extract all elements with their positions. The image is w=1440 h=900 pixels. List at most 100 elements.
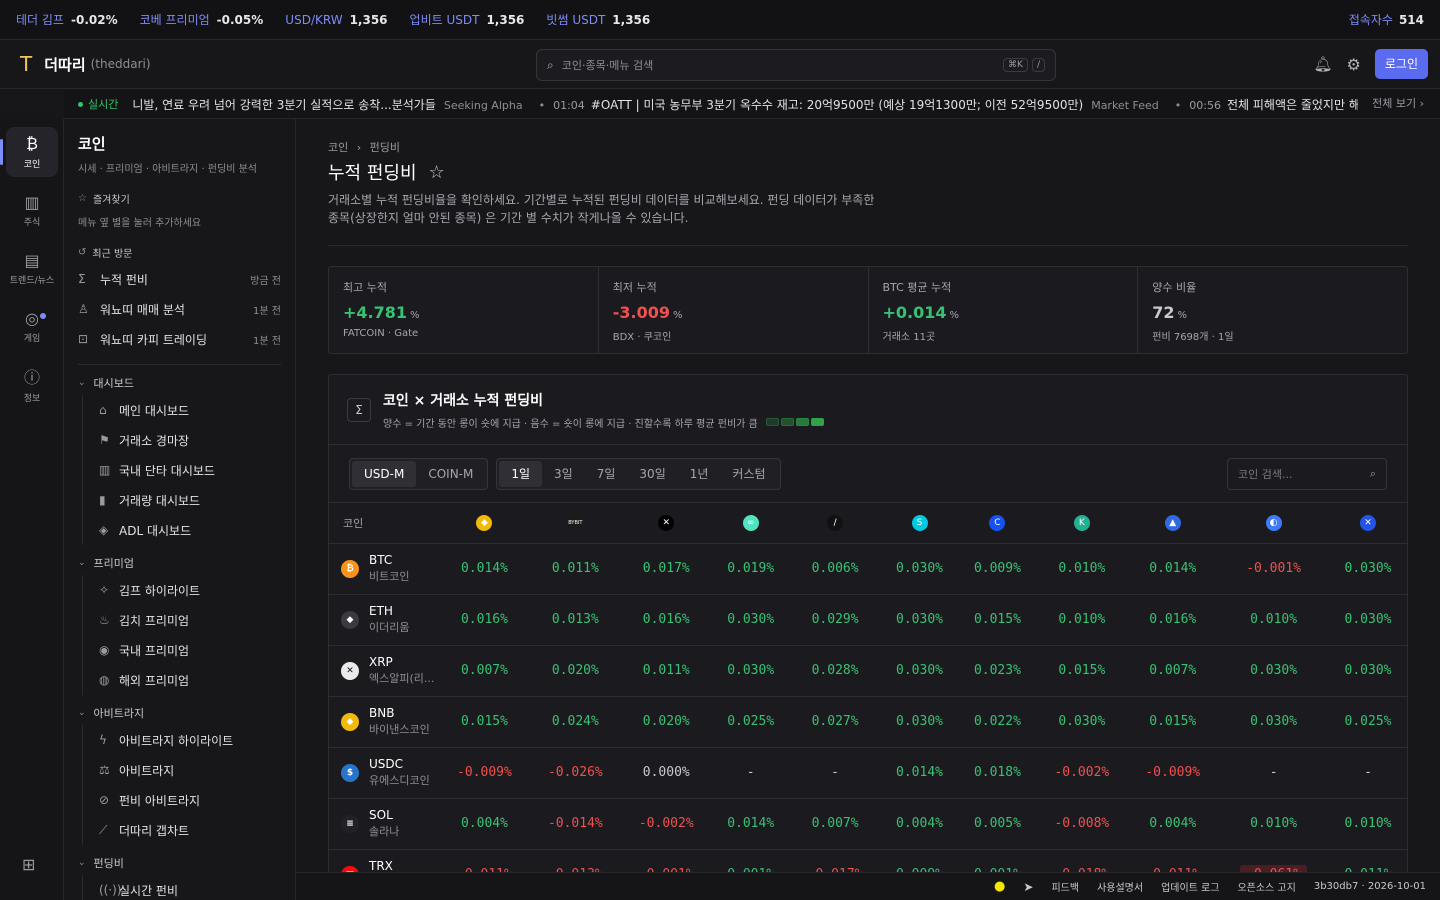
funding-cell: -0.011% (439, 849, 530, 872)
ticker-item: 빗썸 USDT 1,356 (546, 11, 650, 28)
rail-item-3[interactable]: ◎ 게임 (6, 301, 58, 351)
sidebar-nav-item[interactable]: ✧ 김프 하이라이트 (82, 575, 281, 605)
exchange-column-header[interactable]: K (1036, 503, 1128, 544)
recent-item[interactable]: ⊡ 워뇨띠 카피 트레이딩 1분 전 (78, 324, 281, 354)
period-tab[interactable]: 1일 (499, 460, 543, 487)
sidebar-nav-item[interactable]: ◈ ADL 대시보드 (82, 515, 281, 545)
shortcut-slash: / (1031, 58, 1045, 72)
sidebar-nav-item[interactable]: ⚖ 아비트라지 (82, 755, 281, 785)
global-search-input[interactable]: ⌕ 코인·종목·메뉴 검색 ⌘K / (536, 49, 1056, 81)
brand-name[interactable]: 더따리 (44, 54, 85, 75)
sidebar-nav-item[interactable]: ▮ 거래량 대시보드 (82, 485, 281, 515)
nav-group-header[interactable]: ⌄ 대시보드 (78, 371, 281, 395)
oss-link[interactable]: 오픈소스 고지 (1237, 879, 1295, 894)
column-header-coin[interactable]: 코인 (329, 503, 439, 544)
news-headline[interactable]: #OATT | 미국 농무부 3분기 옥수수 재고: 20억9500만 (예상 … (591, 98, 1083, 112)
exchange-column-header[interactable]: BYBIT (529, 503, 621, 544)
bell-icon[interactable]: 🔔︎ (1313, 55, 1332, 73)
exchange-column-header[interactable]: / (789, 503, 881, 544)
telegram-icon[interactable]: ➤ (1023, 880, 1033, 894)
ticker-label: 업비트 USDT (409, 13, 480, 27)
sidebar-nav-item[interactable]: ▥ 국내 단타 대시보드 (82, 455, 281, 485)
nav-item-icon: ⟋ (99, 822, 108, 837)
exchange-column-header[interactable]: C (958, 503, 1037, 544)
rail-item-2[interactable]: ▤ 트렌드/뉴스 (6, 243, 58, 293)
exchange-column-header[interactable]: ∞ (711, 503, 790, 544)
breadcrumb-funding[interactable]: 펀딩비 (370, 141, 400, 154)
funding-value: 0.004% (1149, 816, 1197, 831)
recent-item[interactable]: ♙ 워뇨띠 매매 분석 1분 전 (78, 294, 281, 324)
nav-item-label: 김치 프리미엄 (119, 613, 190, 628)
logo-icon[interactable]: T (20, 52, 32, 76)
funding-value: 0.010% (1250, 612, 1298, 627)
funding-cell: 0.027% (789, 696, 881, 748)
period-tab[interactable]: 커스텀 (720, 461, 777, 487)
table-row[interactable]: ₿ BTC 비트코인 0.014% 0.011% 0.017% 0.019% 0.006% 0.… (329, 543, 1407, 595)
ticker-label: 테더 김프 (16, 13, 64, 27)
gear-icon[interactable]: ⚙ (1347, 55, 1361, 74)
live-badge: 실시간 (64, 96, 132, 112)
sidebar-nav-item[interactable]: ϟ 아비트라지 하이라이트 (82, 725, 281, 755)
funding-matrix-panel: Σ 코인 × 거래소 누적 펀딩비 양수 = 기간 동안 롱이 숏에 지급 · … (328, 374, 1408, 872)
market-tab[interactable]: COIN-M (416, 461, 485, 487)
table-row[interactable]: $ USDC 유에스디코인 -0.009% -0.026% 0.000% - - 0.014% 0… (329, 747, 1407, 799)
exchange-column-header[interactable]: S (880, 503, 959, 544)
period-tab[interactable]: 30일 (627, 461, 677, 487)
exchange-column-header[interactable]: ▲ (1127, 503, 1219, 544)
table-row[interactable]: ▽TRX트론-0.011%-0.013%-0.001%0.001%-0.017%… (329, 849, 1407, 872)
table-row[interactable]: ✕ XRP 엑스알피(리... 0.007% 0.020% 0.011% 0.030% 0.0… (329, 645, 1407, 697)
nav-item-icon: ✧ (99, 583, 110, 597)
login-button[interactable]: 로그인 (1374, 49, 1428, 79)
nav-group-header[interactable]: ⌄ 프리미엄 (78, 551, 281, 575)
breadcrumb-coin[interactable]: 코인 (328, 141, 348, 154)
exchange-column-header[interactable]: ✕ (620, 503, 712, 544)
grid-menu-icon[interactable]: ⊞ (22, 855, 35, 874)
favorite-star-icon[interactable]: ☆ (429, 162, 445, 183)
coin-search-input[interactable]: 코인 검색... ⌕ (1227, 457, 1387, 490)
stat-card: BTC 평균 누적 +0.014% 거래소 11곳 (869, 267, 1139, 353)
funding-value: -0.026% (547, 765, 603, 780)
rail-item-0[interactable]: ₿ 코인 (0, 127, 58, 177)
table-row[interactable]: ◆ ETH 이더리움 0.016% 0.013% 0.016% 0.030% 0.029% 0.… (329, 594, 1407, 646)
changelog-link[interactable]: 업데이트 로그 (1161, 879, 1219, 894)
rail-icon: ₿ (26, 134, 38, 153)
exchange-column-header[interactable]: ✕ (1329, 503, 1407, 544)
nav-group-header[interactable]: ⌄ 펀딩비 (78, 851, 281, 875)
stat-number: 72 (1152, 303, 1175, 322)
period-tab[interactable]: 3일 (542, 461, 585, 487)
visitor-label: 접속자수 (1348, 13, 1393, 27)
exchange-column-header[interactable]: ◐ (1218, 503, 1330, 544)
sidebar-nav-item[interactable]: ◍ 해외 프리미엄 (82, 665, 281, 695)
nav-item-label: 메인 대시보드 (119, 403, 190, 418)
stat-number: -3.009 (612, 303, 670, 322)
kakao-icon[interactable]: ● (994, 879, 1005, 894)
funding-value: 0.028% (811, 663, 859, 678)
manual-link[interactable]: 사용설명서 (1097, 879, 1143, 894)
sidebar-nav-item[interactable]: ((·)) 실시간 펀비 (82, 875, 281, 900)
news-headline[interactable]: 니발, 연료 우려 넘어 강력한 3분기 실적으로 송착...분석가들 (132, 98, 436, 112)
nav-group-header[interactable]: ⌄ 아비트라지 (78, 701, 281, 725)
sidebar-nav-item[interactable]: ♨ 김치 프리미엄 (82, 605, 281, 635)
table-row[interactable]: ≡ SOL 솔라나 0.004% -0.014% -0.002% 0.014% 0.007% 0… (329, 798, 1407, 850)
funding-value: 0.010% (1250, 816, 1298, 831)
rail-item-4[interactable]: ⓘ 정보 (6, 359, 58, 409)
sidebar-nav-item[interactable]: ⚑ 거래소 경마장 (82, 425, 281, 455)
feedback-link[interactable]: 피드백 (1051, 879, 1079, 894)
rail-item-1[interactable]: ▥ 주식 (6, 185, 58, 235)
sidebar-nav-item[interactable]: ⟋ 더따리 갭차트 (82, 815, 281, 845)
period-tab[interactable]: 1년 (678, 461, 721, 487)
view-all-news-link[interactable]: 전체 보기 › (1358, 90, 1440, 118)
recent-item[interactable]: Σ 누적 펀비 방금 전 (78, 264, 281, 294)
period-tab[interactable]: 7일 (585, 461, 628, 487)
stat-value: +4.781% (343, 303, 584, 322)
sidebar-nav-item[interactable]: ⊘ 펀비 아비트라지 (82, 785, 281, 815)
exchange-column-header[interactable]: ◆ (439, 503, 530, 544)
table-row[interactable]: ◆ BNB 바이낸스코인 0.015% 0.024% 0.020% 0.025% 0.027%… (329, 696, 1407, 748)
intensity-swatch (765, 418, 779, 426)
market-tab[interactable]: USD-M (352, 460, 417, 487)
sidebar-nav-item[interactable]: ◉ 국내 프리미엄 (82, 635, 281, 665)
sidebar-nav-item[interactable]: ⌂ 메인 대시보드 (82, 395, 281, 425)
funding-value: 0.011% (642, 663, 690, 678)
funding-cell: 0.010% (1329, 798, 1407, 850)
chevron-down-icon: ⌄ (78, 708, 86, 718)
